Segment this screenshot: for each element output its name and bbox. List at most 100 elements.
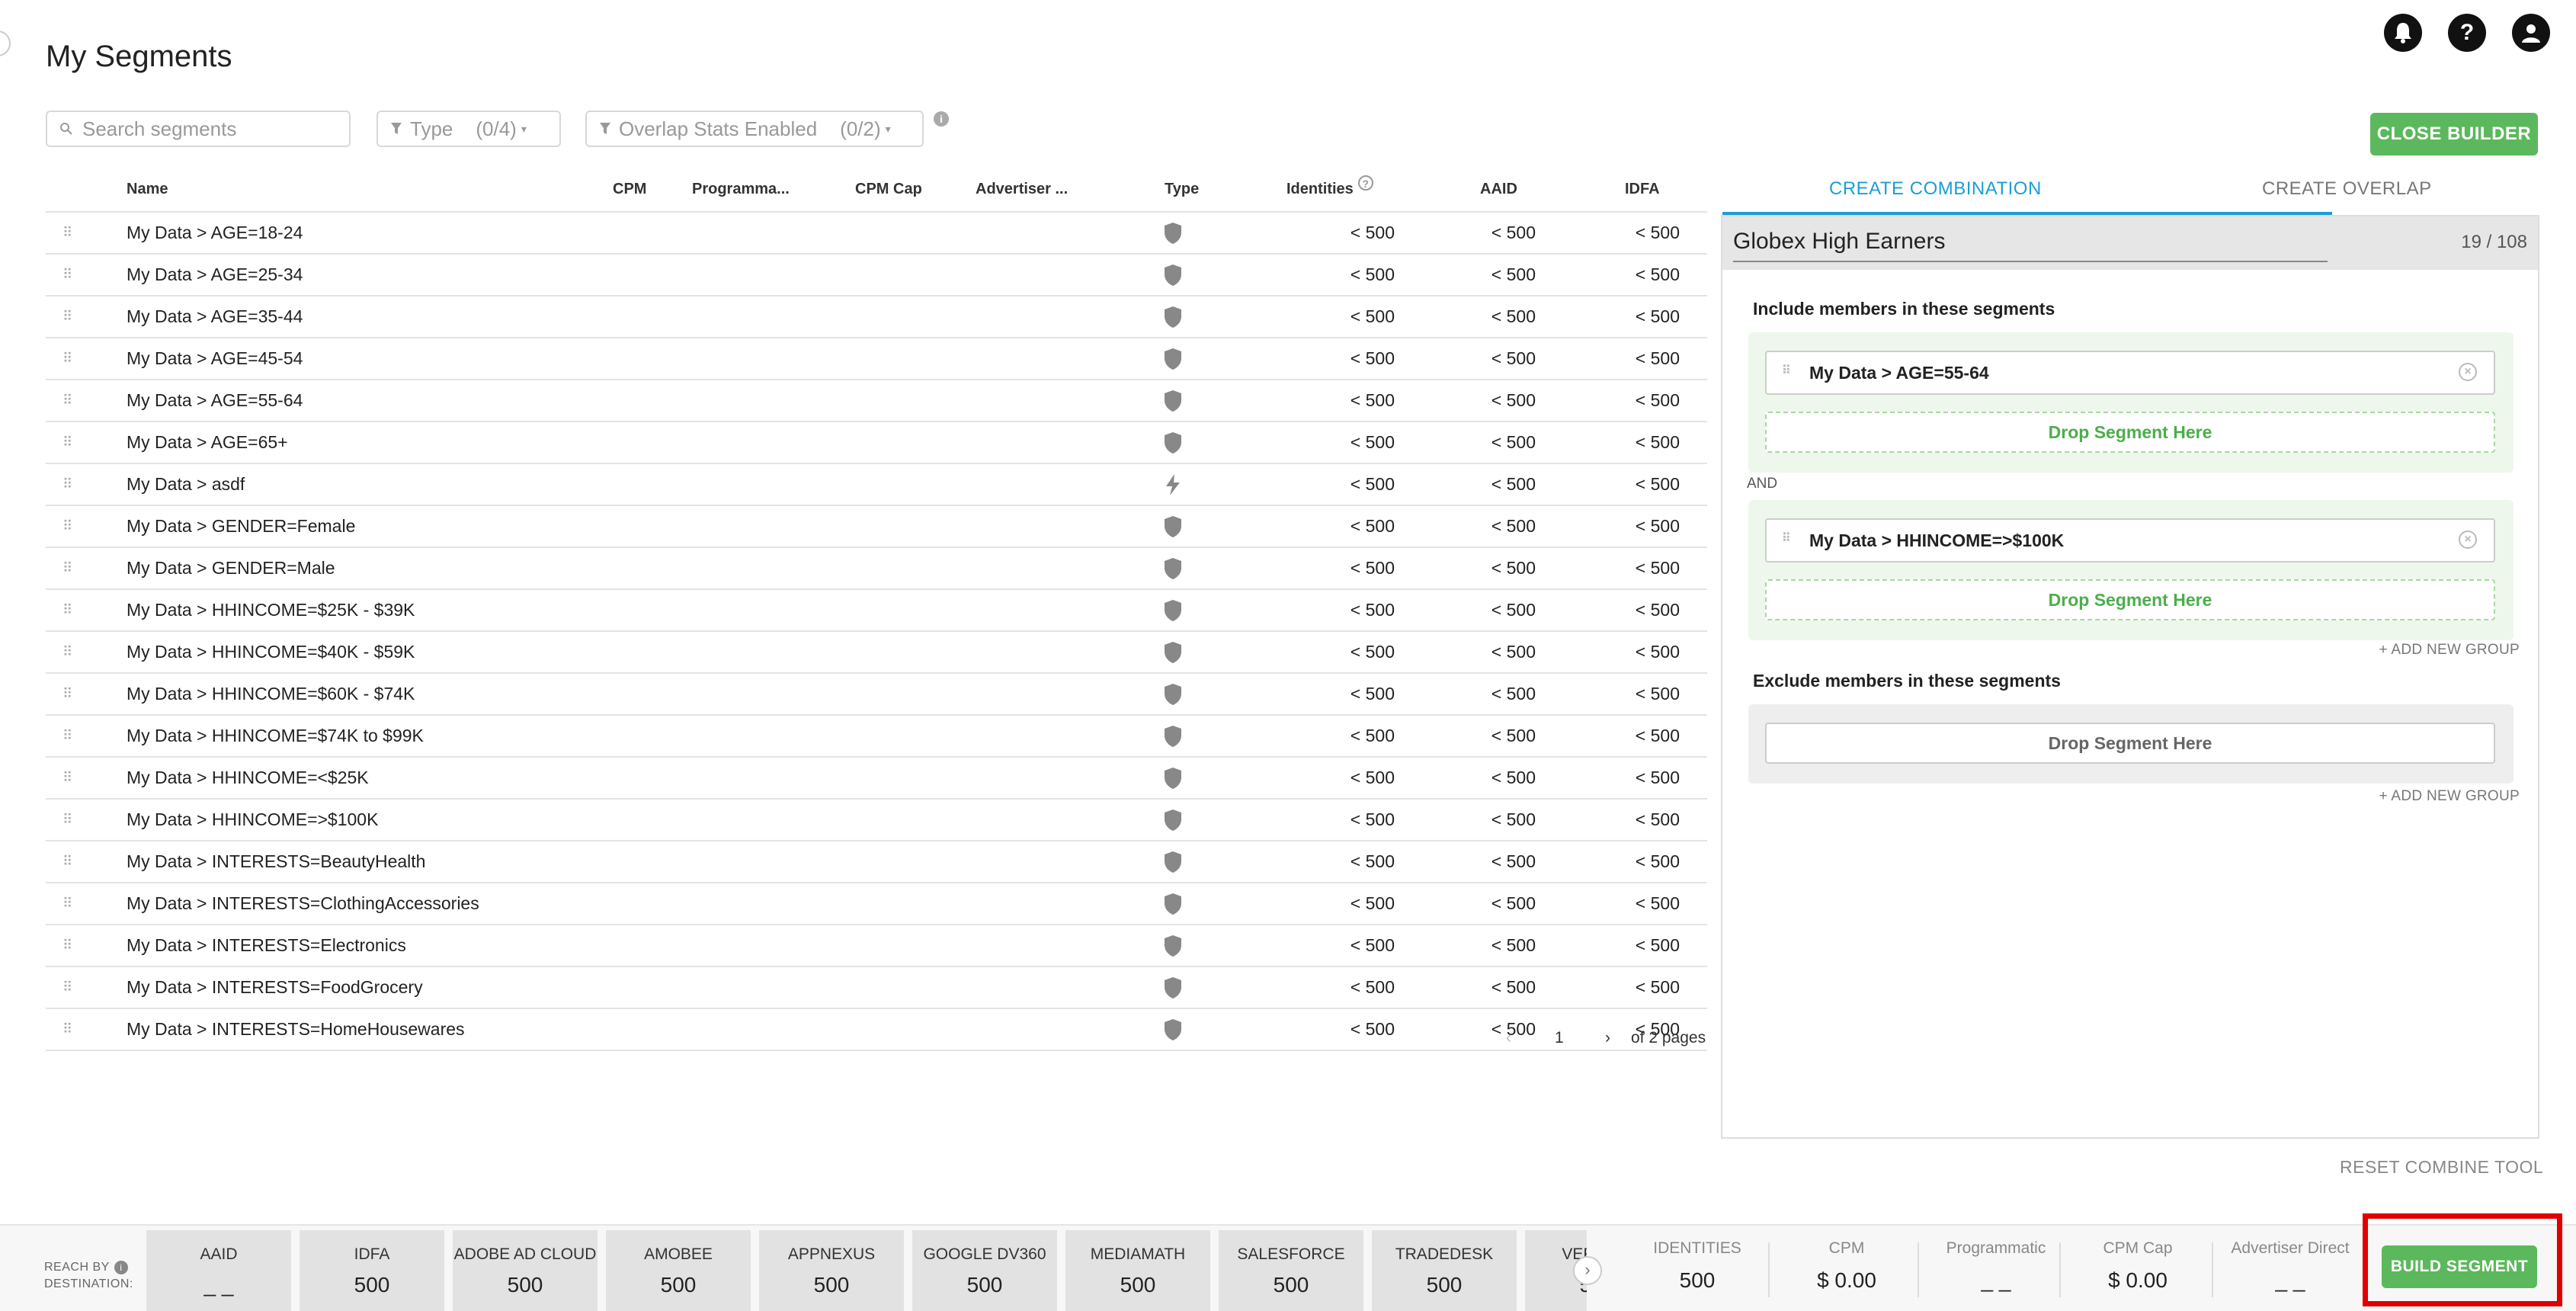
drag-handle-icon[interactable]: ⠿ bbox=[62, 758, 72, 798]
next-page-button[interactable]: › bbox=[1605, 1029, 1610, 1047]
collapse-handle[interactable] bbox=[0, 30, 11, 56]
idfa-cell: < 500 bbox=[1635, 264, 1680, 284]
table-row[interactable]: ⠿ My Data > HHINCOME=$25K - $39K < 500 < 50… bbox=[46, 588, 1707, 630]
search-input[interactable]: Search segments bbox=[46, 111, 351, 147]
drag-handle-icon[interactable]: ⠿ bbox=[62, 296, 72, 337]
drag-handle-icon[interactable]: ⠿ bbox=[1782, 530, 1791, 546]
prev-page-button[interactable]: ‹ bbox=[1506, 1029, 1511, 1047]
table-row[interactable]: ⠿ My Data > HHINCOME=$60K - $74K < 500 < 50… bbox=[46, 672, 1707, 714]
drag-handle-icon[interactable]: ⠿ bbox=[1782, 363, 1791, 378]
reach-bar: REACH BY i DESTINATION: AAID _ _ IDFA 500 ADO… bbox=[0, 1224, 2576, 1311]
table-row[interactable]: ⠿ My Data > asdf < 500 < 500 < 500 bbox=[46, 463, 1707, 505]
reset-combine-tool-button[interactable]: RESET COMBINE TOOL bbox=[2340, 1157, 2543, 1178]
segment-name-cell: My Data > HHINCOME=>$100K bbox=[127, 809, 379, 829]
user-profile-icon[interactable] bbox=[2512, 14, 2550, 52]
current-page-number[interactable]: 1 bbox=[1555, 1029, 1564, 1047]
drag-handle-icon[interactable]: ⠿ bbox=[62, 506, 72, 547]
idfa-cell: < 500 bbox=[1635, 348, 1680, 368]
tab-create-combination[interactable]: CREATE COMBINATION bbox=[1829, 175, 2042, 203]
type-filter-label: Type bbox=[410, 117, 453, 140]
idfa-cell: < 500 bbox=[1635, 809, 1680, 829]
drag-handle-icon[interactable]: ⠿ bbox=[62, 338, 72, 379]
table-row[interactable]: ⠿ My Data > AGE=35-44 < 500 < 500 < 500 bbox=[46, 295, 1707, 337]
idfa-cell: < 500 bbox=[1635, 893, 1680, 913]
help-icon[interactable]: ? bbox=[1357, 175, 1373, 191]
remove-segment-icon[interactable]: × bbox=[2459, 530, 2477, 549]
close-builder-button[interactable]: CLOSE BUILDER bbox=[2370, 113, 2538, 155]
column-identities[interactable]: Identities? bbox=[1286, 175, 1373, 203]
drop-segment-zone[interactable]: Drop Segment Here bbox=[1765, 412, 2495, 453]
table-row[interactable]: ⠿ My Data > GENDER=Male < 500 < 500 < 500 bbox=[46, 547, 1707, 588]
drag-handle-icon[interactable]: ⠿ bbox=[62, 590, 72, 630]
table-row[interactable]: ⠿ My Data > GENDER=Female < 500 < 500 < 500 bbox=[46, 505, 1707, 547]
column-aaid[interactable]: AAID bbox=[1480, 175, 1517, 203]
aaid-cell: < 500 bbox=[1491, 223, 1536, 242]
scroll-right-icon[interactable]: › bbox=[1573, 1256, 1602, 1285]
identities-cell: < 500 bbox=[1350, 768, 1395, 787]
drag-handle-icon[interactable]: ⠿ bbox=[62, 883, 72, 924]
segment-name-cell: My Data > INTERESTS=ClothingAccessories bbox=[127, 893, 479, 913]
table-row[interactable]: ⠿ My Data > AGE=45-54 < 500 < 500 < 500 bbox=[46, 337, 1707, 379]
drag-handle-icon[interactable]: ⠿ bbox=[62, 716, 72, 756]
idfa-cell: < 500 bbox=[1635, 558, 1680, 578]
identities-cell: < 500 bbox=[1350, 516, 1395, 536]
table-row[interactable]: ⠿ My Data > HHINCOME=>$100K < 500 < 500 < 50… bbox=[46, 798, 1707, 840]
drag-handle-icon[interactable]: ⠿ bbox=[62, 841, 72, 882]
segment-chip[interactable]: ⠿ My Data > HHINCOME=>$100K × bbox=[1765, 518, 2495, 563]
destination-name: ADOBE AD CLOUD bbox=[453, 1245, 597, 1263]
table-row[interactable]: ⠿ My Data > INTERESTS=FoodGrocery < 500 < 5… bbox=[46, 966, 1707, 1008]
drag-handle-icon[interactable]: ⠿ bbox=[62, 464, 72, 505]
table-row[interactable]: ⠿ My Data > AGE=55-64 < 500 < 500 < 500 bbox=[46, 379, 1707, 421]
drop-segment-zone[interactable]: Drop Segment Here bbox=[1765, 723, 2495, 764]
add-exclude-group-link[interactable]: + ADD NEW GROUP bbox=[2379, 788, 2520, 805]
drag-handle-icon[interactable]: ⠿ bbox=[62, 1009, 72, 1050]
drag-handle-icon[interactable]: ⠿ bbox=[62, 422, 72, 463]
table-row[interactable]: ⠿ My Data > INTERESTS=Electronics < 500 < 5… bbox=[46, 924, 1707, 966]
table-row[interactable]: ⠿ My Data > AGE=18-24 < 500 < 500 < 500 bbox=[46, 211, 1707, 253]
info-icon[interactable]: i bbox=[114, 1261, 128, 1274]
destination-tile: SALESFORCE 500 bbox=[1219, 1230, 1363, 1311]
stat-label: CPM bbox=[1828, 1239, 1865, 1257]
column-name[interactable]: Name bbox=[127, 175, 168, 203]
drag-handle-icon[interactable]: ⠿ bbox=[62, 255, 72, 295]
table-row[interactable]: ⠿ My Data > INTERESTS=HomeHousewares < 500… bbox=[46, 1008, 1707, 1051]
drag-handle-icon[interactable]: ⠿ bbox=[62, 632, 72, 672]
notifications-bell-icon[interactable] bbox=[2384, 14, 2422, 52]
table-row[interactable]: ⠿ My Data > INTERESTS=BeautyHealth < 500 < … bbox=[46, 840, 1707, 882]
table-row[interactable]: ⠿ My Data > HHINCOME=$40K - $59K < 500 < 50… bbox=[46, 630, 1707, 672]
build-segment-button[interactable]: BUILD SEGMENT bbox=[2382, 1245, 2537, 1288]
column-type[interactable]: Type bbox=[1165, 175, 1199, 203]
drop-segment-zone[interactable]: Drop Segment Here bbox=[1765, 579, 2495, 620]
column-programmatic[interactable]: Programma... bbox=[692, 175, 790, 203]
table-row[interactable]: ⠿ My Data > HHINCOME=$74K to $99K < 500 < 5… bbox=[46, 714, 1707, 756]
remove-segment-icon[interactable]: × bbox=[2459, 363, 2477, 381]
search-placeholder: Search segments bbox=[82, 117, 237, 140]
drag-handle-icon[interactable]: ⠿ bbox=[62, 548, 72, 588]
help-icon[interactable]: ? bbox=[2448, 14, 2486, 52]
segment-name-input[interactable]: Globex High Earners bbox=[1733, 229, 1945, 255]
add-include-group-link[interactable]: + ADD NEW GROUP bbox=[2379, 642, 2520, 659]
drag-handle-icon[interactable]: ⠿ bbox=[62, 800, 72, 840]
column-cpm[interactable]: CPM bbox=[613, 175, 646, 203]
table-row[interactable]: ⠿ My Data > INTERESTS=ClothingAccessories… bbox=[46, 882, 1707, 924]
table-row[interactable]: ⠿ My Data > AGE=25-34 < 500 < 500 < 500 bbox=[46, 253, 1707, 295]
drag-handle-icon[interactable]: ⠿ bbox=[62, 213, 72, 253]
drag-handle-icon[interactable]: ⠿ bbox=[62, 380, 72, 421]
segment-name-cell: My Data > AGE=25-34 bbox=[127, 264, 303, 284]
type-filter-dropdown[interactable]: Type (0/4) ▾ bbox=[376, 111, 561, 147]
drag-handle-icon[interactable]: ⠿ bbox=[62, 925, 72, 966]
drag-handle-icon[interactable]: ⠿ bbox=[62, 967, 72, 1008]
segment-chip[interactable]: ⠿ My Data > AGE=55-64 × bbox=[1765, 351, 2495, 395]
table-row[interactable]: ⠿ My Data > AGE=65+ < 500 < 500 < 500 bbox=[46, 421, 1707, 463]
column-advertiser[interactable]: Advertiser ... bbox=[976, 175, 1068, 203]
column-idfa[interactable]: IDFA bbox=[1625, 175, 1660, 203]
column-cpm-cap[interactable]: CPM Cap bbox=[855, 175, 922, 203]
destination-name: TRADEDESK bbox=[1395, 1245, 1494, 1263]
info-icon[interactable]: i bbox=[934, 111, 949, 127]
overlap-filter-dropdown[interactable]: Overlap Stats Enabled (0/2) ▾ bbox=[585, 111, 924, 147]
stat-value: _ _ bbox=[1981, 1268, 2011, 1292]
shield-icon bbox=[1163, 767, 1183, 790]
drag-handle-icon[interactable]: ⠿ bbox=[62, 674, 72, 714]
table-row[interactable]: ⠿ My Data > HHINCOME=<$25K < 500 < 500 < 500 bbox=[46, 756, 1707, 798]
tab-create-overlap[interactable]: CREATE OVERLAP bbox=[2262, 175, 2432, 203]
